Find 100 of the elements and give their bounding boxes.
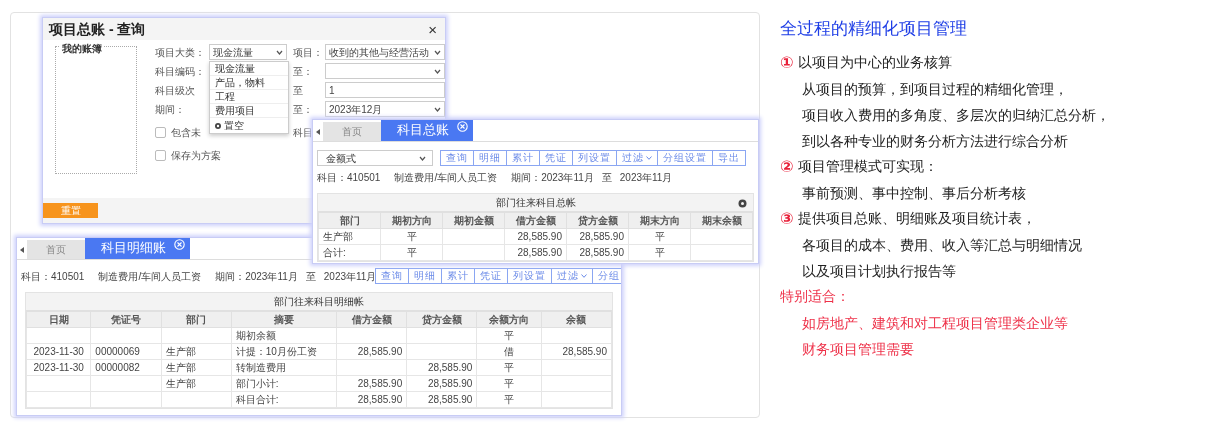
menu-item[interactable]: 现金流量 <box>210 62 288 76</box>
field-label: 科目级次 <box>155 83 196 98</box>
number-marker: ③ <box>780 208 794 229</box>
table-cell: 28,585.90 <box>504 244 567 261</box>
table-cell: 28,585.90 <box>541 343 612 360</box>
table-title: 部门往来科目总帐 <box>495 196 576 210</box>
checkbox-label: 保存为方案 <box>171 148 221 163</box>
table-cell: 生产部 <box>161 359 232 376</box>
info-text: 至 <box>305 269 316 284</box>
description-line: 从项目的预算，到项目过程的精细化管理， <box>801 79 1069 99</box>
select-field[interactable]: 2023年12月 <box>325 101 445 117</box>
column-header: 部门 <box>318 212 381 229</box>
left-arrow-icon <box>19 246 25 253</box>
menu-item[interactable]: 工程 <box>210 90 288 104</box>
table-cell: 28,585.90 <box>406 391 477 408</box>
toolbar-button[interactable]: 分组 <box>592 268 621 284</box>
table-cell: 平 <box>628 228 691 245</box>
description-line: 项目收入费用的多角度、多层次的归纳汇总分析， <box>801 105 1111 125</box>
table-cell: 期初余额 <box>231 327 337 344</box>
column-header: 日期 <box>26 311 91 328</box>
caret-icon <box>419 155 426 161</box>
column-header: 期初方向 <box>380 212 443 229</box>
field-label: 至 <box>293 83 304 98</box>
table-cell: 28,585.90 <box>504 228 567 245</box>
column-header: 期初金额 <box>442 212 505 229</box>
table-cell: 28,585.90 <box>336 375 407 392</box>
table-cell: 28,585.90 <box>336 343 407 360</box>
table-cell: 生产部 <box>318 228 381 245</box>
gear-icon <box>738 199 747 208</box>
reset-button[interactable]: 重置 <box>43 203 98 218</box>
checkbox-label: 包含未 <box>171 125 201 140</box>
tab[interactable]: 科目总账 <box>381 120 473 141</box>
info-text: 制造费用/车间人员工资 <box>394 171 498 185</box>
description-line: 如房地产、建筑和对工程项目管理类企业等 <box>801 313 1069 333</box>
section-heading: 特别适合： <box>780 287 850 306</box>
table-cell: 平 <box>380 228 443 245</box>
toolbar-button[interactable]: 累计 <box>441 268 476 284</box>
caret-icon <box>434 106 441 112</box>
panel-heading: 全过程的精细化项目管理 <box>780 18 968 40</box>
tab[interactable]: 首页 <box>323 122 381 141</box>
toolbar-button[interactable]: 分组设置 <box>657 150 713 166</box>
info-text: 科目：410501 <box>317 171 381 185</box>
description-line: 到以各种专业的财务分析方法进行综合分析 <box>801 131 1069 151</box>
info-text: 科目：410501 <box>21 269 85 284</box>
format-select[interactable]: 金额式 <box>317 150 433 166</box>
table-title: 部门往来科目明细帐 <box>274 295 364 309</box>
info-text: 至 <box>601 171 612 185</box>
caret-icon <box>581 274 588 278</box>
caret-icon <box>434 49 441 55</box>
checkbox[interactable] <box>155 126 166 138</box>
select-field[interactable] <box>325 63 445 79</box>
column-header: 摘要 <box>231 311 337 328</box>
tab[interactable]: 科目明细账 <box>85 238 190 259</box>
field-label: 项目： <box>293 45 321 60</box>
column-header: 部门 <box>161 311 232 328</box>
field-label: 期间： <box>155 102 186 117</box>
clear-menu-item[interactable]: 置空 <box>210 118 288 133</box>
number-marker: ② <box>780 156 794 177</box>
number-marker: ① <box>780 52 794 73</box>
toolbar-button[interactable]: 过滤 <box>551 268 594 284</box>
checkbox[interactable] <box>155 149 166 161</box>
section-heading: 项目管理模式可实现： <box>797 157 938 176</box>
info-text: 2023年11月 <box>619 171 673 185</box>
column-header: 期末余额 <box>690 212 753 229</box>
description-line: 以及项目计划执行报告等 <box>801 261 957 281</box>
description-line: 各项目的成本、费用、收入等汇总与明细情况 <box>801 235 1083 255</box>
section-heading: 以项目为中心的业务核算 <box>797 53 952 72</box>
caret-icon <box>276 49 283 55</box>
table-cell: 平 <box>380 244 443 261</box>
section-heading: 提供项目总账、明细账及项目统计表， <box>797 209 1036 228</box>
toolbar-button[interactable]: 列设置 <box>572 150 617 166</box>
menu-item[interactable]: 费用项目 <box>210 104 288 118</box>
toolbar-button[interactable]: 明细 <box>408 268 443 284</box>
caret-icon <box>434 68 441 74</box>
description-line: 事前预测、事中控制、事后分析考核 <box>801 183 1027 203</box>
toolbar-button[interactable]: 过滤 <box>616 150 658 166</box>
toolbar-button[interactable]: 列设置 <box>507 268 553 284</box>
tab[interactable]: 首页 <box>27 240 85 259</box>
toolbar-button[interactable]: 查询 <box>440 150 474 166</box>
menu-item[interactable]: 产品，物料 <box>210 76 288 90</box>
select-field[interactable]: 收到的其他与经营活动 <box>325 44 445 60</box>
toolbar-button[interactable]: 累计 <box>506 150 540 166</box>
toolbar-button[interactable]: 凭证 <box>474 268 509 284</box>
table-cell: 28,585.90 <box>406 375 477 392</box>
table-cell: 部门小计: <box>231 375 337 392</box>
info-text: 期间：2023年11月 <box>511 171 594 185</box>
toolbar-button[interactable]: 导出 <box>712 150 746 166</box>
table-cell: 转制造费用 <box>231 359 337 376</box>
close-button[interactable]: × <box>428 21 437 37</box>
table-cell: 28,585.90 <box>406 359 477 376</box>
toolbar-button[interactable]: 凭证 <box>539 150 573 166</box>
input-field[interactable]: 1 <box>325 82 445 98</box>
field-label: 项目大类： <box>155 45 205 60</box>
info-text: 2023年11月 <box>323 269 377 284</box>
checkbox-label: 科目 <box>293 125 313 140</box>
table-cell: 00000082 <box>90 359 162 376</box>
toolbar-button[interactable]: 明细 <box>473 150 507 166</box>
select-field[interactable]: 现金流量 <box>209 44 287 60</box>
toolbar-button[interactable]: 查询 <box>375 268 410 284</box>
column-header: 期末方向 <box>628 212 691 229</box>
